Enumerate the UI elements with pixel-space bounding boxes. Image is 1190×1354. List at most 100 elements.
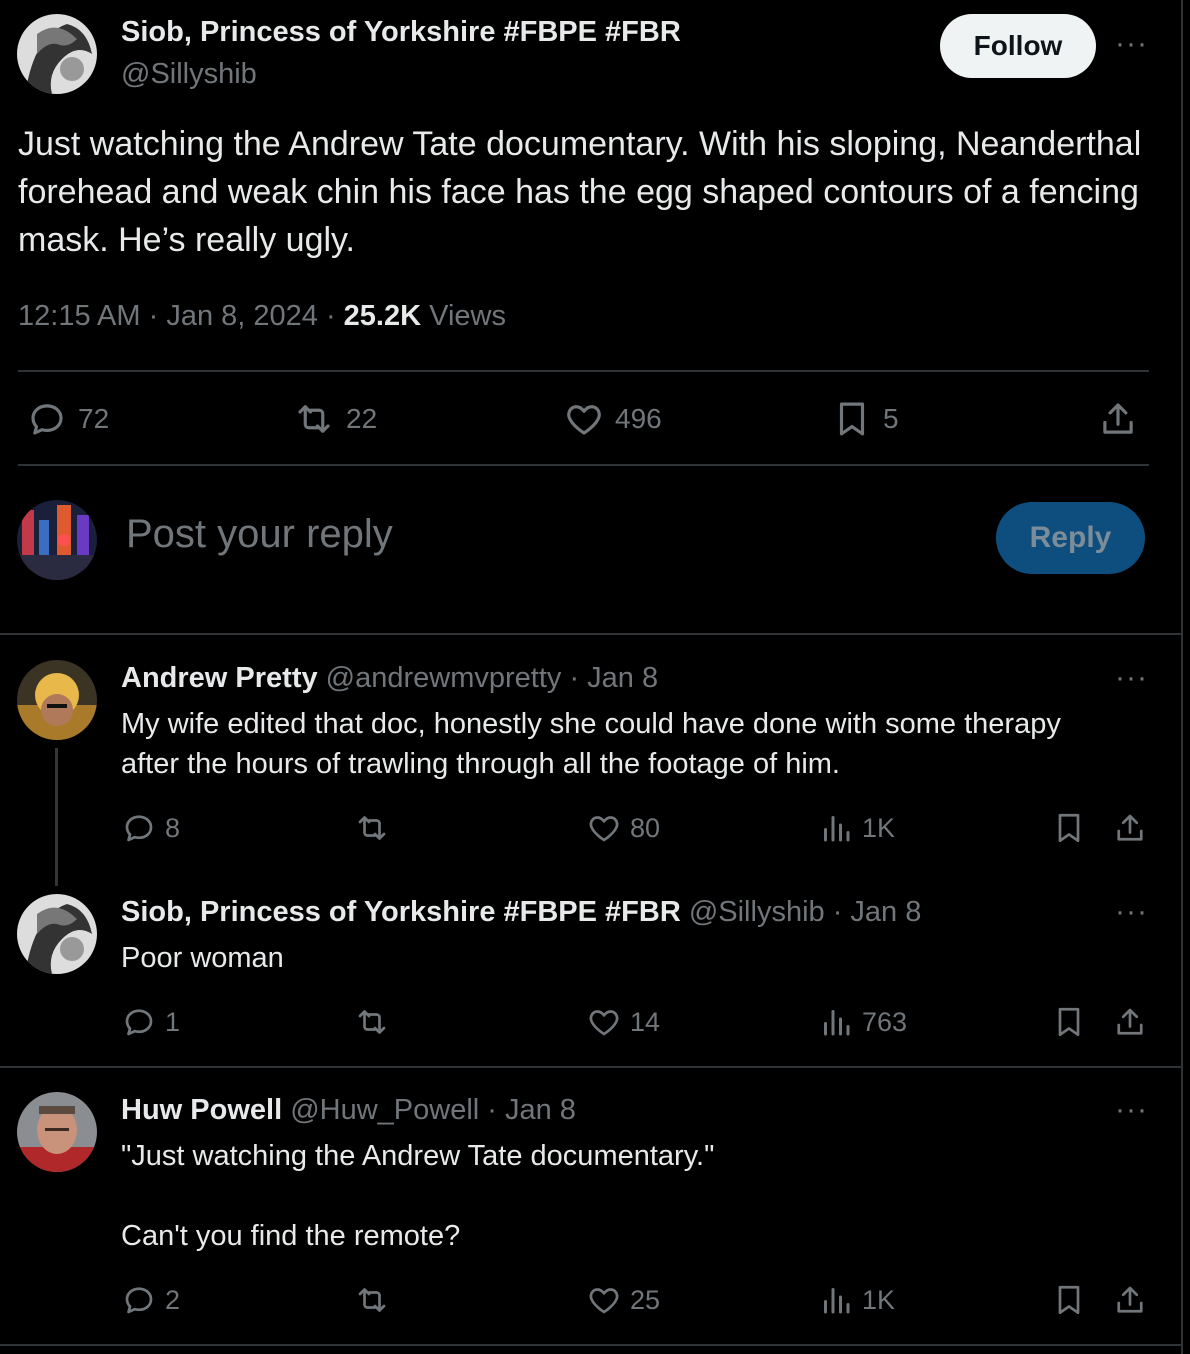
reply-icon <box>125 1287 153 1314</box>
like-action[interactable]: 80 <box>586 810 660 846</box>
views-label: Views <box>429 300 506 332</box>
bookmark-action[interactable] <box>1051 810 1095 846</box>
reply-author-name[interactable]: Huw Powell <box>121 1094 282 1126</box>
reply-handle-date[interactable]: @Sillyshib · Jan 8 <box>689 896 922 928</box>
like-count: 25 <box>630 1284 661 1315</box>
like-count: 496 <box>615 403 662 434</box>
repost-count: 22 <box>346 403 378 434</box>
bookmark-stat[interactable]: 5 <box>831 398 899 440</box>
reply-handle-date[interactable]: @Huw_Powell · Jan 8 <box>290 1094 576 1126</box>
reply-count: 2 <box>165 1284 181 1315</box>
tweet-meta: 12:15 AM · Jan 8, 2024 · 25.2K Views <box>18 300 506 332</box>
reply-count: 72 <box>78 403 110 434</box>
like-action[interactable]: 14 <box>586 1004 660 1040</box>
reply-handle-date[interactable]: @andrewmvpretty · Jan 8 <box>326 662 658 694</box>
repost-icon <box>358 1288 386 1312</box>
reply-icon <box>125 1009 153 1036</box>
tweet-text: Just watching the Andrew Tate documentar… <box>18 125 1142 259</box>
views-count: 1K <box>862 1284 896 1315</box>
repost-stat[interactable]: 22 <box>292 398 377 440</box>
reply-action[interactable]: 8 <box>121 810 180 846</box>
like-icon <box>589 816 619 842</box>
reply-header: Siob, Princess of Yorkshire #FBPE #FBR @… <box>121 896 921 929</box>
repost-action[interactable] <box>353 1004 399 1040</box>
avatar-current-user[interactable] <box>17 500 97 580</box>
tweet-date[interactable]: Jan 8, 2024 <box>166 300 318 332</box>
reply-text-line: Can't you find the remote? <box>121 1220 461 1252</box>
reply-header: Andrew Pretty @andrewmvpretty · Jan 8 <box>121 662 658 695</box>
bookmark-icon <box>839 402 865 436</box>
reply-stat[interactable]: 72 <box>26 398 109 440</box>
views-icon <box>824 1288 850 1314</box>
author-name[interactable]: Siob, Princess of Yorkshire #FBPE #FBR <box>121 16 681 49</box>
share-icon <box>1117 1286 1143 1313</box>
like-action[interactable]: 25 <box>586 1282 660 1318</box>
reply-count: 8 <box>165 812 181 843</box>
like-icon <box>589 1288 619 1314</box>
reply-icon <box>125 815 153 842</box>
bookmark-action[interactable] <box>1051 1282 1095 1318</box>
thread-line <box>55 748 58 886</box>
tweet-time[interactable]: 12:15 AM <box>18 300 141 332</box>
reply-author-name[interactable]: Andrew Pretty <box>121 662 318 694</box>
bookmark-icon <box>1058 1285 1080 1315</box>
repost-action[interactable] <box>353 810 399 846</box>
share-button[interactable] <box>1097 398 1149 440</box>
like-stat[interactable]: 496 <box>563 398 662 440</box>
more-icon[interactable]: ··· <box>1115 663 1148 693</box>
like-icon <box>589 1010 619 1036</box>
like-count: 80 <box>630 812 661 843</box>
views-action[interactable]: 1K <box>818 1282 895 1318</box>
avatar-huw-powell[interactable] <box>17 1092 97 1172</box>
share-icon <box>1117 814 1143 841</box>
avatar-siob[interactable] <box>17 14 97 94</box>
reply-button[interactable]: Reply <box>996 502 1145 574</box>
share-action[interactable] <box>1112 810 1156 846</box>
share-icon <box>1117 1008 1143 1035</box>
share-icon <box>1103 403 1133 434</box>
views-icon <box>824 816 850 842</box>
reply-input[interactable]: Post your reply <box>126 512 393 557</box>
reply-text: My wife edited that doc, honestly she co… <box>121 704 1061 784</box>
avatar-siob[interactable] <box>17 894 97 974</box>
bookmark-action[interactable] <box>1051 1004 1095 1040</box>
more-icon[interactable]: ··· <box>1115 1095 1148 1125</box>
reply-count: 1 <box>165 1006 181 1037</box>
views-action[interactable]: 763 <box>818 1004 907 1040</box>
views-action[interactable]: 1K <box>818 810 895 846</box>
reply-text: Poor woman <box>121 938 284 978</box>
share-action[interactable] <box>1112 1282 1156 1318</box>
views-icon <box>824 1010 850 1036</box>
views-count: 763 <box>862 1006 908 1037</box>
reply-action[interactable]: 1 <box>121 1004 180 1040</box>
reply-author-name[interactable]: Siob, Princess of Yorkshire #FBPE #FBR <box>121 896 681 928</box>
bookmark-icon <box>1058 1007 1080 1037</box>
bookmark-count: 5 <box>883 403 899 434</box>
column-border <box>1181 0 1183 1354</box>
views-count: 25.2K <box>343 300 422 332</box>
reply-text: "Just watching the Andrew Tate documenta… <box>121 1136 714 1256</box>
repost-icon <box>358 1010 386 1034</box>
divider <box>18 370 1149 372</box>
share-action[interactable] <box>1112 1004 1156 1040</box>
avatar-andrew-pretty[interactable] <box>17 660 97 740</box>
like-count: 14 <box>630 1006 661 1037</box>
follow-button[interactable]: Follow <box>940 14 1096 78</box>
reply-text-line: "Just watching the Andrew Tate documenta… <box>121 1140 715 1172</box>
like-icon <box>567 405 601 435</box>
more-icon[interactable]: ··· <box>1115 29 1148 59</box>
repost-action[interactable] <box>353 1282 399 1318</box>
repost-icon <box>298 405 330 433</box>
divider <box>0 1344 1181 1346</box>
reply-action[interactable]: 2 <box>121 1282 180 1318</box>
author-handle[interactable]: @Sillyshib <box>121 58 257 91</box>
more-icon[interactable]: ··· <box>1115 897 1148 927</box>
reply-text-line: My wife edited that doc, honestly she co… <box>121 708 1061 740</box>
reply-text-line: Poor woman <box>121 942 284 974</box>
reply-text-line: after the hours of trawling through all … <box>121 748 840 780</box>
reply-icon <box>31 404 63 435</box>
bookmark-icon <box>1058 813 1080 843</box>
reply-header: Huw Powell @Huw_Powell · Jan 8 <box>121 1094 576 1127</box>
views-count: 1K <box>862 812 896 843</box>
repost-icon <box>358 816 386 840</box>
